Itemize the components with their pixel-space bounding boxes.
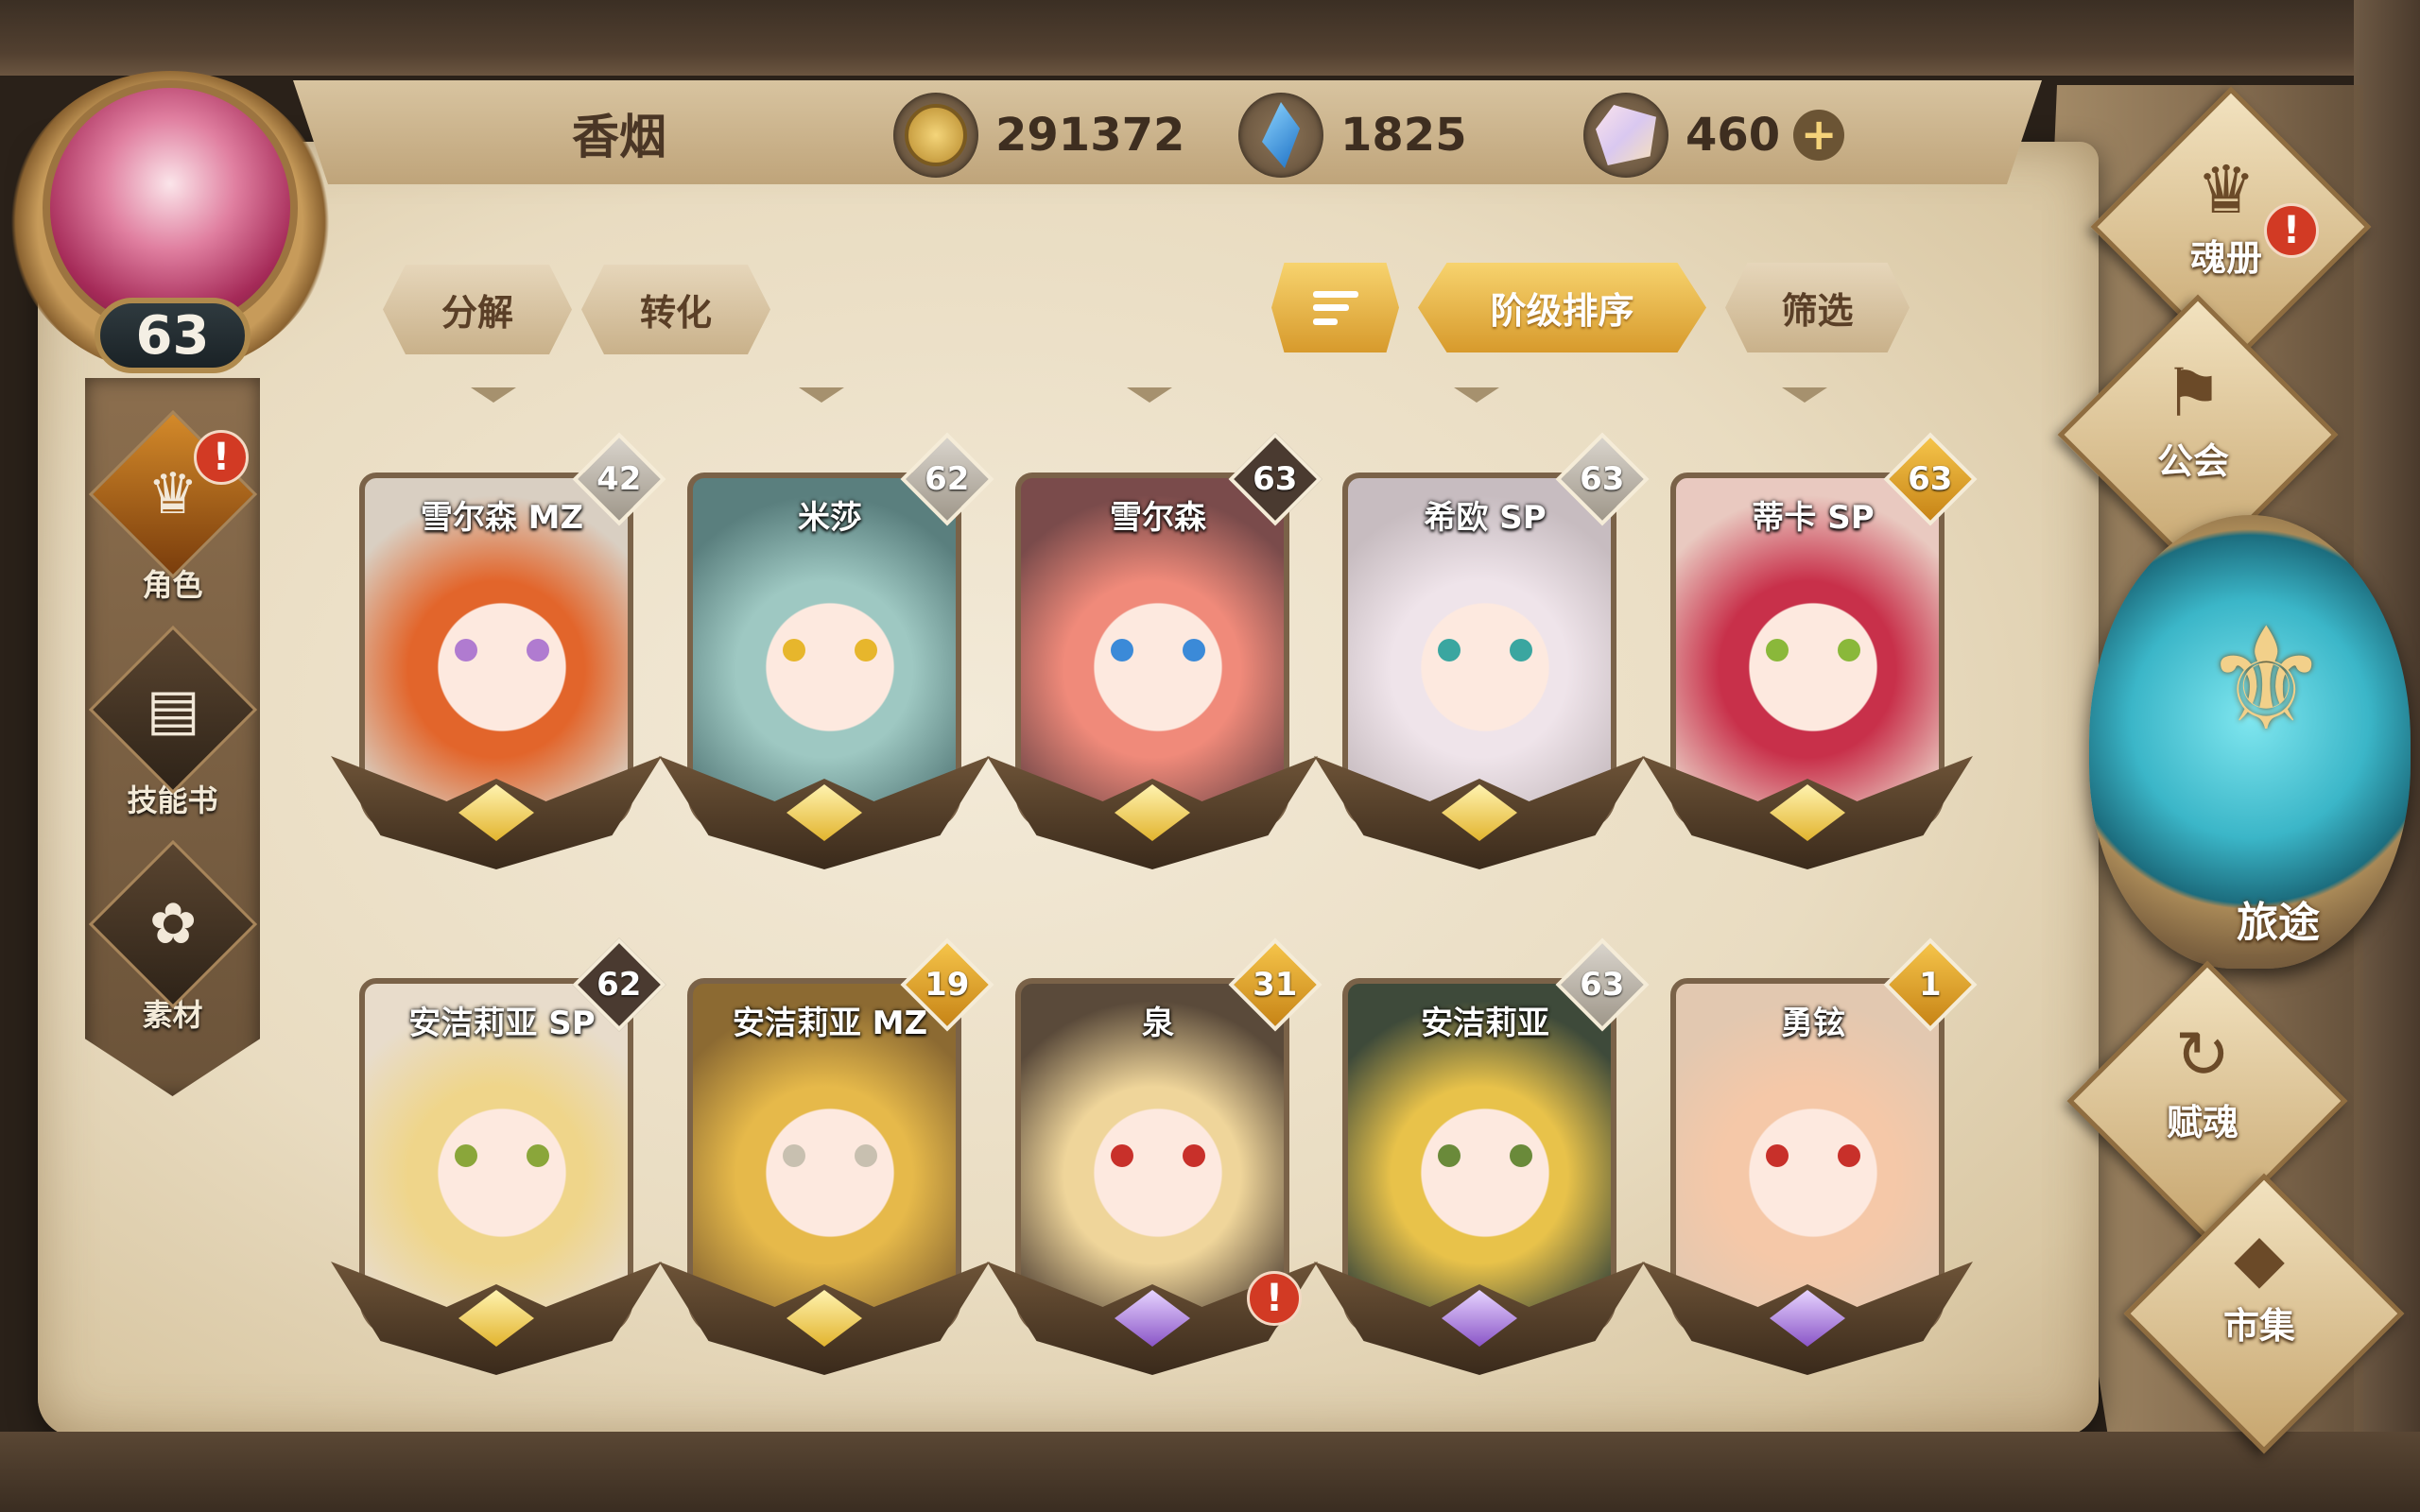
character-level: 63 xyxy=(1253,459,1298,498)
character-level: 1 xyxy=(1919,965,1942,1004)
character-card[interactable]: 米莎 62 xyxy=(659,432,994,869)
decompose-button[interactable]: 分解 xyxy=(383,265,572,354)
column-marker xyxy=(799,387,844,403)
gold-value: 291372 xyxy=(995,109,1185,162)
skill-book-icon: ▤ xyxy=(88,625,257,795)
character-eyes xyxy=(1766,1144,1860,1167)
soul-enchant-label: 赋魂 xyxy=(2166,1102,2238,1143)
character-card[interactable]: 雪尔森 63 xyxy=(987,432,1322,869)
character-portrait: 安洁莉亚 MZ xyxy=(687,978,961,1337)
blue-crystal-icon xyxy=(1238,93,1323,178)
sort-order-icon xyxy=(1312,290,1358,325)
character-card[interactable]: 安洁莉亚 MZ 19 xyxy=(659,937,994,1375)
journey-label: 旅途 xyxy=(2237,899,2320,947)
player-level-badge: 63 xyxy=(95,298,251,373)
column-marker xyxy=(1782,387,1827,403)
top-frame xyxy=(0,0,2420,76)
character-level: 19 xyxy=(925,965,970,1004)
journey-emblem-icon: ⚜ xyxy=(2203,598,2330,763)
soul-swirl-icon: ↻ xyxy=(2174,1016,2231,1093)
character-eyes xyxy=(1111,1144,1205,1167)
convert-button[interactable]: 转化 xyxy=(581,265,770,354)
character-level: 63 xyxy=(1580,965,1625,1004)
character-portrait: 希欧 SP xyxy=(1342,472,1616,832)
character-eyes xyxy=(455,639,549,662)
bottom-frame xyxy=(0,1432,2420,1512)
characters-alert-badge: ! xyxy=(194,430,249,485)
character-portrait: 泉 xyxy=(1015,978,1289,1337)
character-level: 42 xyxy=(596,459,642,498)
soul-book-alert-badge: ! xyxy=(2264,203,2319,258)
gem-currency: 460 + xyxy=(1583,93,1845,178)
character-card[interactable]: 安洁莉亚 SP 62 xyxy=(331,937,666,1375)
market-menu[interactable]: ◆ 市集 xyxy=(2146,1219,2373,1349)
character-portrait: 安洁莉亚 SP xyxy=(359,978,633,1337)
character-alert-badge: ! xyxy=(1247,1271,1302,1326)
filter-button[interactable]: 筛选 xyxy=(1725,263,1910,352)
column-marker xyxy=(1454,387,1499,403)
character-card[interactable]: 安洁莉亚 63 xyxy=(1314,937,1650,1375)
nav-skill-books[interactable]: ▤ 技能书 xyxy=(85,625,260,830)
character-eyes xyxy=(455,1144,549,1167)
column-marker xyxy=(1127,387,1172,403)
column-marker xyxy=(471,387,516,403)
sort-order-button[interactable] xyxy=(1271,263,1399,352)
guild-label: 公会 xyxy=(2156,440,2229,482)
soul-enchant-menu[interactable]: ↻ 赋魂 xyxy=(2089,1016,2316,1145)
character-eyes xyxy=(1111,639,1205,662)
character-card[interactable]: 雪尔森 MZ 42 xyxy=(331,432,666,869)
character-portrait: 蒂卡 SP xyxy=(1670,472,1945,832)
nav-materials[interactable]: ✿ 素材 xyxy=(85,839,260,1044)
market-label: 市集 xyxy=(2222,1305,2295,1347)
crystal-value: 1825 xyxy=(1340,109,1467,162)
character-level: 63 xyxy=(1908,459,1953,498)
gold-currency: 291372 xyxy=(893,93,1184,178)
character-portrait: 安洁莉亚 xyxy=(1342,978,1616,1337)
character-eyes xyxy=(783,639,877,662)
character-level: 62 xyxy=(925,459,970,498)
guild-menu[interactable]: ⚑ 公会 xyxy=(2080,354,2307,484)
character-eyes xyxy=(1438,639,1532,662)
crystal-currency: 1825 xyxy=(1238,93,1467,178)
character-level: 31 xyxy=(1253,965,1298,1004)
character-portrait: 勇铉 xyxy=(1670,978,1945,1337)
character-portrait: 米莎 xyxy=(687,472,961,832)
character-eyes xyxy=(1438,1144,1532,1167)
character-portrait: 雪尔森 MZ xyxy=(359,472,633,832)
character-card[interactable]: 希欧 SP 63 xyxy=(1314,432,1650,869)
character-card[interactable]: 蒂卡 SP 63 xyxy=(1642,432,1978,869)
guild-banner-icon: ⚑ xyxy=(2163,354,2223,432)
market-gem-icon: ◆ xyxy=(2234,1219,2285,1297)
character-eyes xyxy=(1766,639,1860,662)
character-eyes xyxy=(783,1144,877,1167)
character-portrait: 雪尔森 xyxy=(1015,472,1289,832)
gem-value: 460 xyxy=(1685,109,1781,162)
add-gem-button[interactable]: + xyxy=(1793,110,1845,161)
character-card[interactable]: 勇铉 1 xyxy=(1642,937,1978,1375)
material-icon: ✿ xyxy=(88,839,257,1009)
gold-coin-icon xyxy=(893,93,978,178)
character-level: 63 xyxy=(1580,459,1625,498)
sort-by-rank-button[interactable]: 阶级排序 xyxy=(1418,263,1706,352)
character-card[interactable]: 泉 31! xyxy=(987,937,1322,1375)
player-name: 香烟 xyxy=(572,110,666,164)
character-level: 62 xyxy=(596,965,642,1004)
soul-gem-icon xyxy=(1583,93,1668,178)
